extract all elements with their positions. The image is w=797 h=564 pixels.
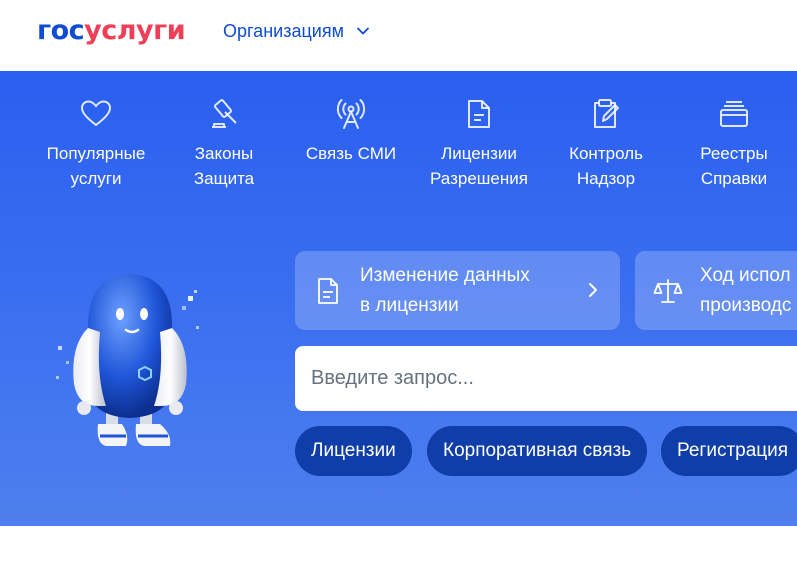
- chevron-down-icon: [357, 27, 369, 35]
- logo-part-gos: гос: [37, 15, 85, 46]
- category-popular[interactable]: Популярные услуги: [36, 97, 156, 191]
- category-label: Связь СМИ: [305, 144, 397, 163]
- chip-licenses[interactable]: Лицензии: [295, 426, 412, 476]
- search-input[interactable]: [295, 346, 797, 411]
- chip-corporate-communication[interactable]: Корпоративная связь: [427, 426, 648, 476]
- category-control[interactable]: Контроль Надзор: [546, 97, 666, 191]
- quick-card-title: в лицензии: [360, 294, 459, 316]
- quick-card-title: Ход испол: [700, 264, 791, 286]
- top-header: госуслуги Организациям: [0, 0, 797, 71]
- heart-icon: [79, 97, 113, 131]
- gosuslugi-logo[interactable]: госуслуги: [37, 15, 186, 46]
- clipboard-icon: [589, 97, 623, 131]
- quick-card-title: Изменение данных: [360, 264, 530, 286]
- logo-part-uslugi: услуги: [84, 15, 186, 46]
- folder-icon: [717, 97, 751, 131]
- category-label: Лицензии: [441, 144, 517, 163]
- category-label: Законы: [194, 144, 254, 163]
- hero-section: Популярные услуги Законы Защита Связь СМ…: [0, 71, 797, 526]
- category-label: Популярные: [46, 144, 146, 163]
- category-media[interactable]: Связь СМИ: [291, 97, 411, 166]
- chip-registration[interactable]: Регистрация: [661, 426, 797, 476]
- category-laws[interactable]: Законы Защита: [164, 97, 284, 191]
- category-nav: Популярные услуги Законы Защита Связь СМ…: [0, 71, 797, 201]
- category-label: Контроль: [569, 144, 643, 163]
- category-label: Защита: [193, 169, 255, 188]
- category-label: Справки: [700, 169, 768, 188]
- quick-card-title: производс: [700, 294, 792, 316]
- organizations-menu[interactable]: Организациям: [223, 20, 370, 42]
- category-label: Разрешения: [430, 169, 528, 188]
- category-label: услуги: [70, 169, 122, 188]
- category-label: Реестры: [700, 144, 768, 163]
- chevron-right-icon: [589, 283, 597, 297]
- category-licenses[interactable]: Лицензии Разрешения: [419, 97, 539, 191]
- document-icon: [313, 276, 343, 306]
- robot-mascot-illustration: [48, 266, 208, 466]
- category-label: Надзор: [576, 169, 636, 188]
- category-registries[interactable]: Реестры Справки: [674, 97, 794, 191]
- quick-card-enforcement-status[interactable]: Ход испол производс: [635, 251, 797, 330]
- quick-card-license-change[interactable]: Изменение данных в лицензии: [295, 251, 620, 330]
- gavel-icon: [207, 97, 241, 131]
- antenna-icon: [334, 97, 368, 131]
- scales-icon: [653, 276, 683, 306]
- document-icon: [462, 97, 496, 131]
- organizations-menu-label: Организациям: [223, 20, 344, 41]
